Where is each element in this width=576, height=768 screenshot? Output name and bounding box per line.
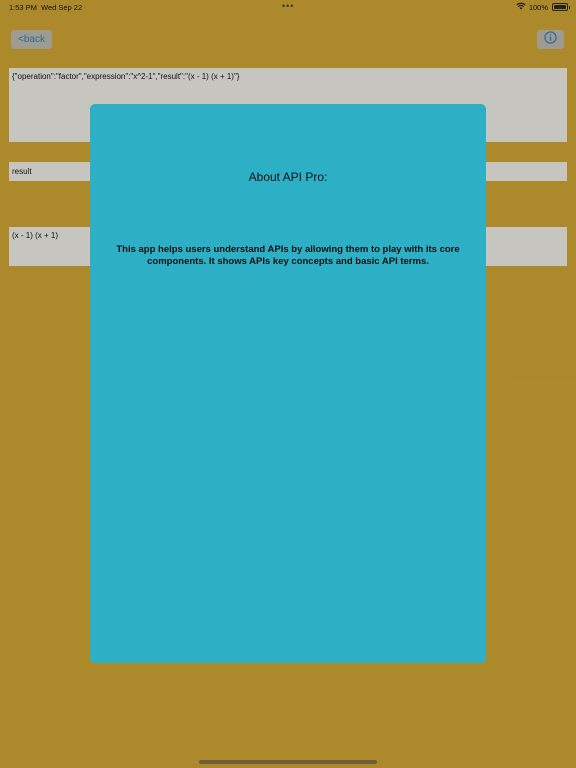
modal-body: This app helps users understand APIs by … bbox=[116, 244, 460, 267]
home-indicator[interactable] bbox=[199, 760, 377, 764]
about-modal: About API Pro: This app helps users unde… bbox=[90, 104, 486, 663]
modal-title: About API Pro: bbox=[248, 170, 328, 184]
